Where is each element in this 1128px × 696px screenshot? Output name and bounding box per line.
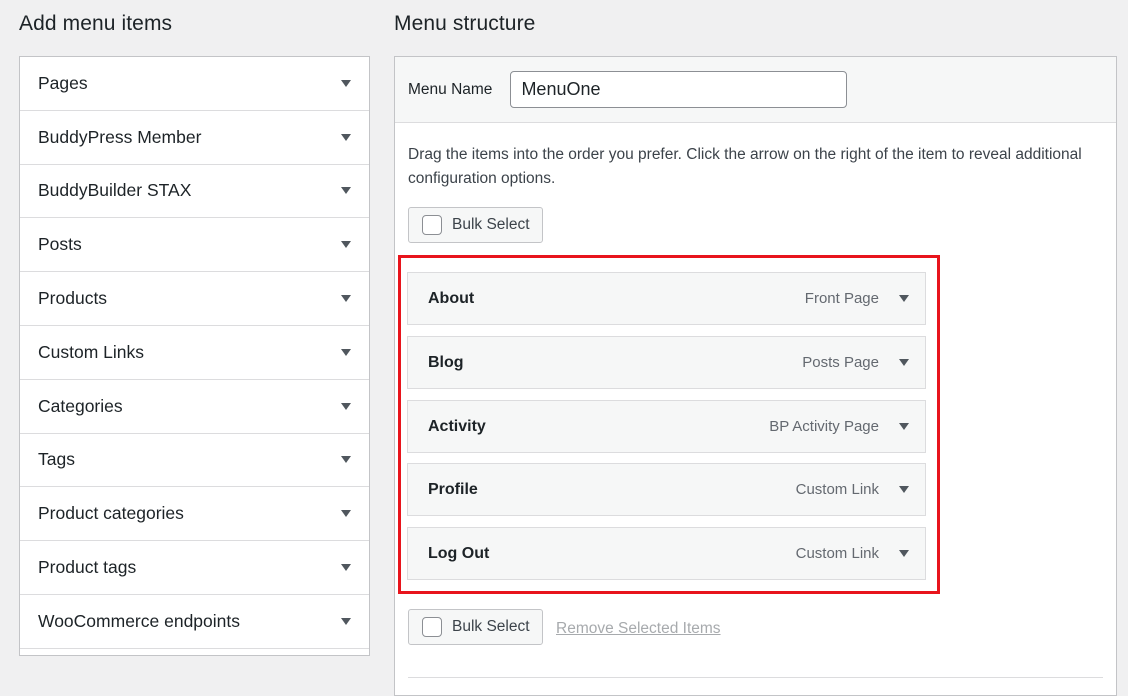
- menu-name-input[interactable]: [510, 71, 848, 108]
- triangle-down-icon[interactable]: [341, 510, 351, 518]
- triangle-down-icon[interactable]: [341, 133, 351, 141]
- menu-item-activity[interactable]: Activity BP Activity Page: [407, 400, 926, 453]
- accordion-item-label: Product tags: [38, 557, 137, 578]
- accordion-item-label: Pages: [38, 72, 88, 93]
- menu-item-type: Posts Page: [802, 354, 879, 371]
- menu-item-type: Custom Link: [795, 481, 879, 498]
- menu-item-title: Blog: [428, 353, 464, 371]
- divider: [408, 677, 1103, 678]
- triangle-down-icon[interactable]: [341, 348, 351, 356]
- triangle-down-icon[interactable]: [341, 617, 351, 625]
- triangle-down-icon[interactable]: [899, 359, 909, 366]
- accordion-item-label: BuddyBuilder STAX: [38, 180, 192, 201]
- menu-item-type: Custom Link: [795, 545, 879, 562]
- menu-item-blog[interactable]: Blog Posts Page: [407, 336, 926, 389]
- bulk-select-label: Bulk Select: [452, 618, 530, 635]
- accordion-item-label: WooCommerce endpoints: [38, 610, 240, 631]
- menu-structure-title: Menu structure: [394, 12, 536, 35]
- remove-selected-items-link[interactable]: Remove Selected Items: [556, 620, 721, 638]
- accordion-item-categories[interactable]: Categories: [20, 380, 369, 434]
- accordion-item-label: Categories: [38, 395, 123, 416]
- accordion-item-label: Product categories: [38, 503, 184, 524]
- accordion-item-tags[interactable]: Tags: [20, 434, 369, 488]
- menu-item-type: Front Page: [804, 290, 879, 307]
- menu-item-title: Log Out: [428, 544, 490, 562]
- menu-item-title: Activity: [428, 417, 486, 435]
- menu-item-log-out[interactable]: Log Out Custom Link: [407, 527, 926, 580]
- accordion-item-label: Products: [38, 288, 108, 309]
- accordion-item-buddybuilder-stax[interactable]: BuddyBuilder STAX: [20, 165, 369, 219]
- triangle-down-icon[interactable]: [341, 295, 351, 303]
- accordion-item-product-categories[interactable]: Product categories: [20, 487, 369, 542]
- menu-item-about[interactable]: About Front Page: [407, 272, 926, 325]
- triangle-down-icon[interactable]: [341, 456, 351, 464]
- bulk-select-checkbox[interactable]: [422, 215, 442, 235]
- triangle-down-icon[interactable]: [341, 79, 351, 87]
- triangle-down-icon[interactable]: [899, 550, 909, 557]
- triangle-down-icon[interactable]: [341, 564, 351, 572]
- accordion-item-woocommerce-endpoints[interactable]: WooCommerce endpoints: [20, 595, 369, 649]
- accordion-item-label: BuddyPress Member: [38, 126, 202, 147]
- triangle-down-icon[interactable]: [899, 423, 909, 430]
- menu-item-profile[interactable]: Profile Custom Link: [407, 463, 926, 516]
- triangle-down-icon[interactable]: [341, 187, 351, 195]
- drag-instructions: Drag the items into the order you prefer…: [408, 146, 1082, 187]
- menu-name-row: Menu Name: [395, 57, 1116, 123]
- accordion-item-buddypress-member[interactable]: BuddyPress Member: [20, 111, 369, 165]
- accordion-item-pages[interactable]: Pages: [20, 57, 369, 111]
- triangle-down-icon[interactable]: [341, 402, 351, 410]
- accordion-item-product-tags[interactable]: Product tags: [20, 541, 369, 595]
- accordion-item-products[interactable]: Products: [20, 272, 369, 326]
- accordion-item-posts[interactable]: Posts: [20, 218, 369, 273]
- triangle-down-icon[interactable]: [899, 486, 909, 493]
- accordion-item-label: Posts: [38, 234, 82, 255]
- menu-item-title: Profile: [428, 480, 478, 498]
- bulk-select-label: Bulk Select: [452, 216, 530, 233]
- triangle-down-icon[interactable]: [899, 295, 909, 302]
- menu-item-title: About: [428, 289, 475, 307]
- menu-name-label: Menu Name: [408, 80, 493, 98]
- accordion-item-label: Tags: [38, 449, 75, 470]
- menu-item-type: BP Activity Page: [769, 418, 879, 435]
- triangle-down-icon[interactable]: [341, 241, 351, 249]
- add-menu-items-title: Add menu items: [19, 12, 173, 35]
- bulk-select-button-top[interactable]: Bulk Select: [408, 207, 543, 243]
- bulk-select-button-bottom[interactable]: Bulk Select: [408, 609, 543, 645]
- accordion-item-label: Custom Links: [38, 341, 145, 362]
- bulk-select-checkbox[interactable]: [422, 617, 442, 637]
- add-menu-items-accordion: Pages BuddyPress Member BuddyBuilder STA…: [19, 56, 370, 656]
- menu-structure-panel: Menu Name Drag the items into the order …: [394, 56, 1117, 696]
- accordion-item-custom-links[interactable]: Custom Links: [20, 326, 369, 380]
